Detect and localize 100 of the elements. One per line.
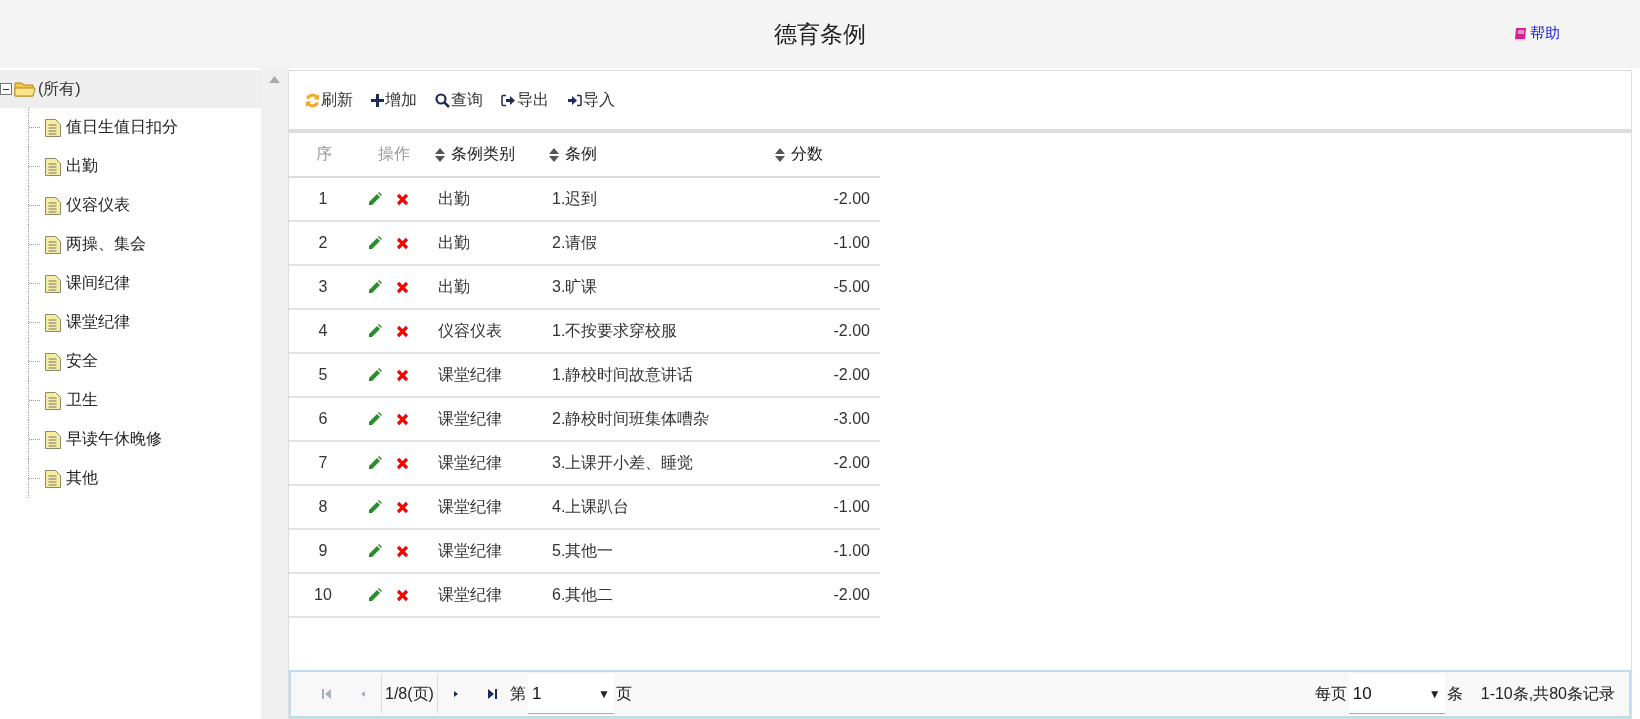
document-icon — [44, 273, 62, 294]
table-cell: 课堂纪律 — [438, 365, 502, 383]
book-icon — [1513, 26, 1527, 41]
document-icon — [44, 468, 62, 489]
table-cell: 课堂纪律 — [438, 409, 502, 427]
row-number: 1 — [318, 190, 328, 207]
table-cell: -1.00 — [833, 498, 870, 515]
refresh-button[interactable]: 刷新 — [305, 89, 353, 111]
search-icon — [435, 92, 450, 108]
table-cell: -3.00 — [833, 410, 870, 427]
table-cell: 6.其他二 — [552, 585, 614, 603]
page-prefix-label: 第 — [509, 683, 526, 704]
table-cell: 课堂纪律 — [438, 585, 502, 603]
table-cell: 课堂纪律 — [438, 497, 502, 515]
import-icon — [567, 93, 582, 107]
record-summary: 1-10条,共80条记录 — [1480, 683, 1615, 704]
table-cell: -2.00 — [833, 322, 870, 339]
row-number: 2 — [318, 234, 328, 251]
column-header: 操作 — [377, 145, 410, 162]
tree-item[interactable]: 课堂纪律 — [66, 312, 130, 333]
tree-item[interactable]: 仪容仪表 — [66, 195, 130, 216]
delete-icon[interactable] — [396, 368, 409, 382]
table-cell: 1.静校时间故意讲话 — [552, 365, 694, 383]
document-icon — [44, 156, 62, 177]
document-icon — [44, 390, 62, 411]
help-link[interactable]: 帮助 — [1513, 24, 1560, 43]
pencil-icon[interactable] — [367, 279, 382, 295]
column-header: 序 — [315, 145, 332, 162]
table-cell: 出勤 — [438, 233, 470, 251]
page-size-select[interactable]: 10 ▼ — [1348, 674, 1445, 714]
row-number: 6 — [318, 410, 328, 427]
tree-item[interactable]: 卫生 — [66, 390, 98, 411]
pencil-icon[interactable] — [367, 587, 382, 603]
pencil-icon[interactable] — [367, 191, 382, 207]
row-number: 5 — [318, 366, 328, 383]
document-icon — [44, 429, 62, 450]
table-cell: -1.00 — [833, 234, 870, 251]
document-icon — [44, 234, 62, 255]
row-number: 4 — [318, 322, 328, 339]
pencil-icon[interactable] — [367, 411, 382, 427]
document-icon — [44, 351, 62, 372]
tree-item[interactable]: 出勤 — [66, 156, 98, 177]
delete-icon[interactable] — [396, 236, 409, 250]
pencil-icon[interactable] — [367, 499, 382, 515]
pencil-icon[interactable] — [367, 367, 382, 383]
export-button[interactable]: 导出 — [501, 89, 549, 111]
delete-icon[interactable] — [396, 500, 409, 514]
tree-item[interactable]: 其他 — [66, 468, 98, 489]
collapse-toggle-icon[interactable] — [0, 83, 12, 95]
table-cell: 2.静校时间班集体嘈杂 — [552, 409, 710, 427]
row-number: 9 — [318, 542, 328, 559]
row-number: 10 — [314, 586, 332, 603]
pencil-icon[interactable] — [367, 455, 382, 471]
search-button[interactable]: 查询 — [435, 89, 483, 111]
row-number: 3 — [318, 278, 328, 295]
document-icon — [44, 195, 62, 216]
table-cell: -2.00 — [833, 190, 870, 207]
pencil-icon[interactable] — [367, 235, 382, 251]
delete-icon[interactable] — [396, 280, 409, 294]
column-header[interactable]: 条例 — [565, 144, 597, 165]
document-icon — [44, 312, 62, 333]
tree-item[interactable]: 课间纪律 — [66, 273, 130, 294]
table-cell: 1.迟到 — [552, 189, 598, 207]
page-info: 1/8(页) — [385, 683, 434, 704]
sort-icon[interactable] — [775, 147, 785, 162]
table-cell: 出勤 — [438, 277, 470, 295]
page-suffix-label: 页 — [615, 683, 632, 704]
column-header[interactable]: 分数 — [791, 144, 823, 165]
page-select[interactable]: 1 ▼ — [527, 674, 614, 714]
tree-item[interactable]: 安全 — [66, 351, 98, 372]
pencil-icon[interactable] — [367, 543, 382, 559]
delete-icon[interactable] — [396, 544, 409, 558]
last-page-icon — [485, 688, 498, 700]
delete-icon[interactable] — [396, 324, 409, 338]
table-cell: 2.请假 — [552, 233, 598, 251]
add-button[interactable]: 增加 — [371, 89, 417, 111]
page-size-suffix: 条 — [1446, 683, 1463, 704]
row-number: 7 — [318, 454, 328, 471]
table-cell: -5.00 — [833, 278, 870, 295]
tree-item[interactable]: 值日生值日扣分 — [66, 117, 178, 138]
sort-icon[interactable] — [435, 147, 445, 162]
delete-icon[interactable] — [396, 412, 409, 426]
delete-icon[interactable] — [396, 192, 409, 206]
delete-icon[interactable] — [396, 588, 409, 602]
plus-icon — [371, 93, 384, 107]
table-cell: -2.00 — [833, 586, 870, 603]
tree-item[interactable]: 早读午休晚修 — [66, 429, 162, 450]
tree-item[interactable]: 两操、集会 — [66, 234, 146, 255]
pencil-icon[interactable] — [367, 323, 382, 339]
table-cell: 3.上课开小差、睡觉 — [552, 453, 694, 471]
tree-root-item[interactable]: (所有) — [0, 70, 261, 108]
first-page-icon — [321, 688, 333, 700]
column-header[interactable]: 条例类别 — [451, 144, 515, 165]
refresh-icon — [305, 92, 320, 108]
delete-icon[interactable] — [396, 456, 409, 470]
sort-icon[interactable] — [549, 147, 559, 162]
table-cell: 课堂纪律 — [438, 541, 502, 559]
folder-icon — [14, 80, 36, 98]
import-button[interactable]: 导入 — [567, 89, 615, 111]
export-icon — [501, 93, 516, 107]
